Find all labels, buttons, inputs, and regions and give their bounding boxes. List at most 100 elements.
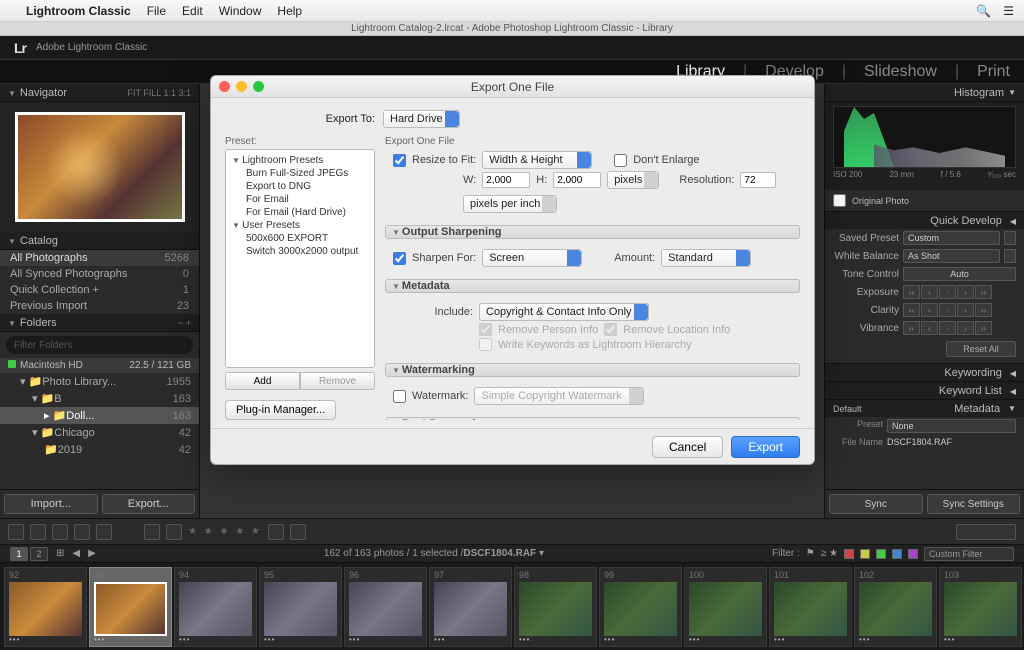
resize-w-input[interactable] [482, 172, 530, 188]
clarity-adjust[interactable]: ‹‹‹·››› [903, 303, 992, 317]
resolution-input[interactable] [740, 172, 776, 188]
module-slideshow[interactable]: Slideshow [864, 63, 937, 81]
thumbnail-slider[interactable] [956, 524, 1016, 540]
section-post-processing[interactable]: Post-Processing [385, 417, 800, 420]
sharpen-checkbox[interactable] [393, 252, 406, 265]
sort-icon[interactable] [144, 524, 160, 540]
resize-h-input[interactable] [553, 172, 601, 188]
saved-preset-select[interactable]: Custom [903, 231, 1000, 245]
folder-item[interactable]: ▾ 📁 Chicago42 [0, 424, 199, 441]
grid-view-icon[interactable] [8, 524, 24, 540]
dont-enlarge-checkbox[interactable] [614, 154, 627, 167]
export-to-select[interactable]: Hard Drive [383, 110, 460, 128]
folders-filter[interactable]: Filter Folders [6, 336, 193, 354]
flag-icon[interactable] [166, 524, 182, 540]
filmstrip-thumb[interactable]: 103••• [939, 567, 1022, 647]
survey-view-icon[interactable] [74, 524, 90, 540]
next-icon[interactable]: ▶ [88, 548, 96, 559]
watermark-checkbox[interactable] [393, 390, 406, 403]
filter-star-icon[interactable]: ≥ ★ [821, 548, 838, 559]
filmstrip-thumb[interactable]: 93••• [89, 567, 172, 647]
filter-color-purple[interactable] [908, 549, 918, 559]
loupe-view-icon[interactable] [30, 524, 46, 540]
grid-toggle-icon[interactable]: ⊞ [56, 548, 64, 559]
sharpen-for-select[interactable]: Screen [482, 249, 582, 267]
original-photo-checkbox[interactable] [833, 194, 846, 207]
sharpen-amount-select[interactable]: Standard [661, 249, 751, 267]
plugin-manager-button[interactable]: Plug-in Manager... [225, 400, 336, 420]
sync-settings-button[interactable]: Sync Settings [927, 494, 1021, 514]
metadata-header[interactable]: DefaultMetadata▼ [825, 399, 1024, 417]
rating-stars[interactable]: ★ ★ ★ ★ ★ [188, 526, 262, 537]
metadata-preset-select[interactable]: None [887, 419, 1016, 433]
filmstrip-thumb[interactable]: 99••• [599, 567, 682, 647]
prev-icon[interactable]: ◀ [72, 548, 80, 559]
filter-color-yellow[interactable] [860, 549, 870, 559]
menu-help[interactable]: Help [277, 4, 302, 18]
minimize-icon[interactable] [236, 81, 247, 92]
reset-all-button[interactable]: Reset All [946, 341, 1016, 357]
auto-tone-button[interactable]: Auto [903, 267, 1016, 281]
filmstrip-thumb[interactable]: 97••• [429, 567, 512, 647]
folder-item[interactable]: ▸ 📁 Doll...163 [0, 407, 199, 424]
filmstrip[interactable]: 92•••93•••94•••95•••96•••97•••98•••99•••… [0, 562, 1024, 650]
histogram[interactable]: ISO 20023 mmf / 5.6¹⁄₂₂₀ sec [825, 102, 1024, 190]
app-menu[interactable]: Lightroom Classic [26, 4, 131, 18]
export-confirm-button[interactable]: Export [731, 436, 800, 458]
section-metadata[interactable]: Metadata [385, 279, 800, 293]
cancel-button[interactable]: Cancel [652, 436, 723, 458]
filmstrip-thumb[interactable]: 95••• [259, 567, 342, 647]
filmstrip-thumb[interactable]: 100••• [684, 567, 767, 647]
folder-item[interactable]: 📁 201942 [0, 441, 199, 458]
wb-select[interactable]: As Shot [903, 249, 1000, 263]
menu-list-icon[interactable]: ☰ [1003, 4, 1014, 18]
navigator-preview[interactable] [0, 102, 199, 232]
filmstrip-thumb[interactable]: 101••• [769, 567, 852, 647]
navigator-header[interactable]: Navigator FIT FILL 1:1 3:1 [0, 84, 199, 102]
people-view-icon[interactable] [96, 524, 112, 540]
menu-window[interactable]: Window [219, 4, 262, 18]
catalog-quick[interactable]: Quick Collection +1 [0, 282, 199, 298]
spotlight-icon[interactable]: 🔍 [976, 4, 991, 18]
histogram-header[interactable]: Histogram ▼ [825, 84, 1024, 102]
metadata-include-select[interactable]: Copyright & Contact Info Only [479, 303, 649, 321]
close-icon[interactable] [219, 81, 230, 92]
module-print[interactable]: Print [977, 63, 1010, 81]
resize-unit-select[interactable]: pixels [607, 171, 659, 189]
custom-filter-select[interactable]: Custom Filter [924, 547, 1014, 561]
import-button[interactable]: Import... [4, 494, 98, 514]
folder-item[interactable]: ▾ 📁 B163 [0, 390, 199, 407]
catalog-header[interactable]: Catalog [0, 232, 199, 250]
filmstrip-thumb[interactable]: 92••• [4, 567, 87, 647]
dialog-titlebar[interactable]: Export One File [211, 76, 814, 98]
filter-color-blue[interactable] [892, 549, 902, 559]
catalog-previous[interactable]: Previous Import23 [0, 298, 199, 314]
export-button[interactable]: Export... [102, 494, 196, 514]
section-output-sharpening[interactable]: Output Sharpening [385, 225, 800, 239]
section-watermarking[interactable]: Watermarking [385, 363, 800, 377]
nav-icon[interactable] [290, 524, 306, 540]
filter-color-green[interactable] [876, 549, 886, 559]
folder-item[interactable]: ▾ 📁 Photo Library...1955 [0, 373, 199, 390]
sync-button[interactable]: Sync [829, 494, 923, 514]
rotate-icon[interactable] [268, 524, 284, 540]
filter-flag-icon[interactable]: ⚑ [806, 548, 815, 559]
zoom-icon[interactable] [253, 81, 264, 92]
vibrance-adjust[interactable]: ‹‹‹·››› [903, 321, 992, 335]
compare-view-icon[interactable] [52, 524, 68, 540]
resolution-unit-select[interactable]: pixels per inch [463, 195, 557, 213]
keywordlist-header[interactable]: Keyword List [825, 381, 1024, 399]
keywording-header[interactable]: Keywording [825, 363, 1024, 381]
quickdev-header[interactable]: Quick Develop [825, 211, 1024, 229]
filmstrip-thumb[interactable]: 102••• [854, 567, 937, 647]
filmstrip-thumb[interactable]: 94••• [174, 567, 257, 647]
preset-list[interactable]: Lightroom Presets Burn Full-Sized JPEGs … [225, 149, 375, 368]
filter-color-red[interactable] [844, 549, 854, 559]
exposure-adjust[interactable]: ‹‹‹·››› [903, 285, 992, 299]
filmstrip-thumb[interactable]: 98••• [514, 567, 597, 647]
resize-checkbox[interactable] [393, 154, 406, 167]
catalog-all-photos[interactable]: All Photographs5268 [0, 250, 199, 266]
folders-header[interactable]: Folders− + [0, 314, 199, 332]
menu-file[interactable]: File [147, 4, 166, 18]
folder-volume[interactable]: Macintosh HD22.5 / 121 GB [0, 358, 199, 373]
